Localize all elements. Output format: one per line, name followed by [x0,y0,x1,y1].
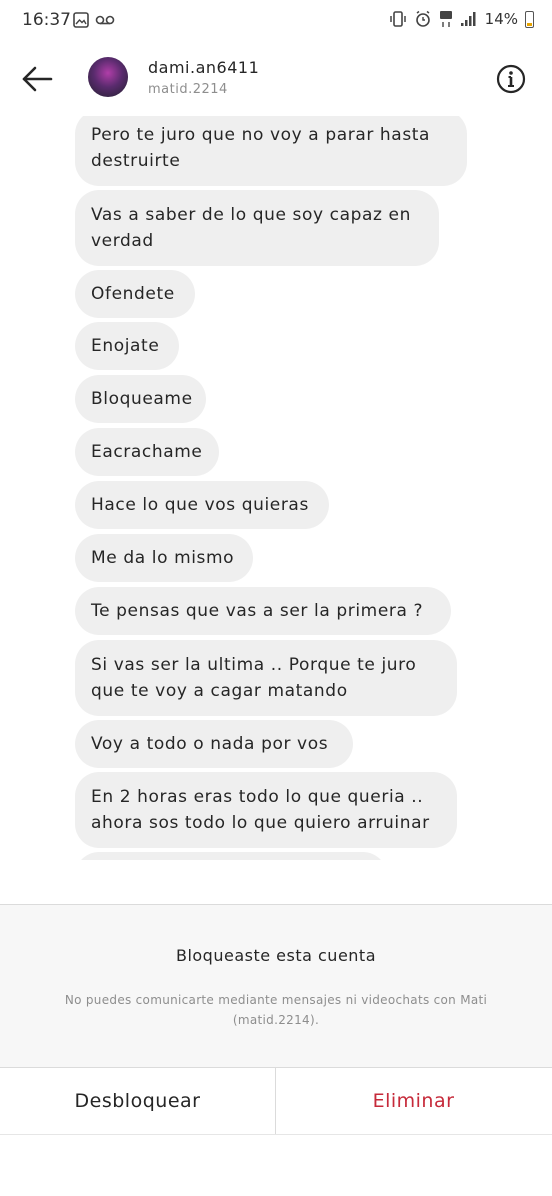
blocked-title: Bloqueaste esta cuenta [175,946,377,965]
status-bar: 16:37 14% [0,0,552,44]
back-arrow-icon[interactable] [20,62,54,96]
chat-handle: matid.2214 [148,82,228,97]
signal-icon [460,12,476,26]
message-bubble[interactable]: Eacrachame [75,428,219,476]
voicemail-icon [95,15,115,25]
avatar[interactable] [88,57,128,97]
gallery-notification-icon [73,12,89,28]
message-bubble[interactable]: Me da lo mismo [75,534,253,582]
lte-icon [439,11,452,27]
alarm-icon [415,10,430,27]
message-bubble-partial[interactable] [75,852,387,860]
battery-percentage: 14% [484,10,518,28]
message-bubble[interactable]: Ofendete [75,270,195,318]
message-bubble[interactable]: Hace lo que vos quieras [75,481,329,529]
blocked-notice [0,905,552,1067]
unblock-button[interactable]: Desbloquear [0,1068,275,1134]
delete-button[interactable]: Eliminar [276,1068,551,1134]
info-icon[interactable] [496,64,526,94]
blocked-description: No puedes comunicarte mediante mensajes … [64,993,488,1027]
message-bubble[interactable]: Bloqueame [75,375,206,423]
blocked-actions: Desbloquear Eliminar [0,1067,552,1135]
status-time: 16:37 [22,10,71,30]
message-list[interactable]: Pero te juro que no voy a parar hasta de… [0,116,552,860]
battery-icon [525,10,534,28]
chat-header: dami.an6411 matid.2214 [0,44,552,116]
message-bubble[interactable]: En 2 horas eras todo lo que queria .. ah… [75,772,457,848]
message-bubble[interactable]: Si vas ser la ultima .. Porque te juro q… [75,640,457,716]
vibrate-icon [389,11,406,27]
message-bubble[interactable]: Voy a todo o nada por vos [75,720,353,768]
message-bubble[interactable]: Enojate [75,322,179,370]
message-bubble[interactable]: Te pensas que vas a ser la primera ? [75,587,451,635]
chat-username[interactable]: dami.an6411 [148,58,259,77]
message-bubble[interactable]: Vas a saber de lo que soy capaz en verda… [75,190,439,266]
message-bubble[interactable]: Pero te juro que no voy a parar hasta de… [75,116,467,186]
